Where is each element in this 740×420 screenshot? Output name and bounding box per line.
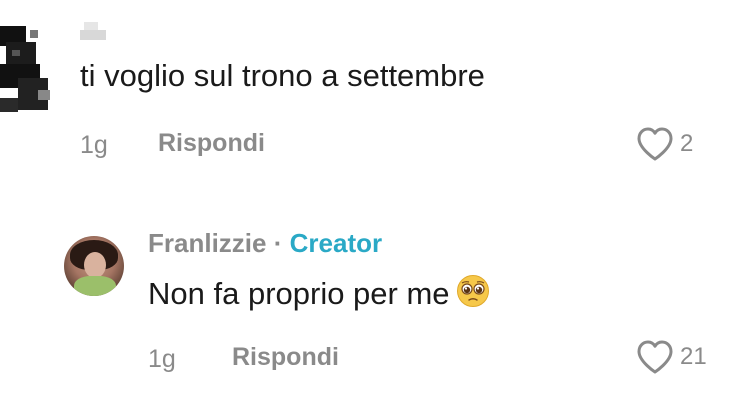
like-count: 21 bbox=[680, 343, 707, 370]
separator-dot: · bbox=[273, 228, 283, 258]
comment-like[interactable]: 2 bbox=[636, 126, 693, 162]
redacted-avatar[interactable] bbox=[0, 18, 52, 118]
comment-text: ti voglio sul trono a settembre bbox=[80, 58, 485, 93]
username[interactable]: Franlizzie bbox=[148, 228, 266, 258]
reply-like[interactable]: 21 bbox=[636, 339, 707, 375]
comment-thread: ti voglio sul trono a settembre 1g Rispo… bbox=[0, 0, 740, 420]
reply-reply-button[interactable]: Rispondi bbox=[232, 343, 339, 372]
like-count: 2 bbox=[680, 130, 694, 157]
reply-text: Non fa proprio per me bbox=[148, 276, 450, 311]
heart-icon[interactable] bbox=[636, 339, 674, 375]
reply-text-row: Non fa proprio per me bbox=[148, 274, 490, 312]
creator-badge: Creator bbox=[289, 228, 383, 258]
avatar[interactable] bbox=[64, 236, 124, 296]
comment-time: 1g bbox=[80, 131, 108, 159]
redacted-username[interactable] bbox=[80, 20, 110, 42]
pleading-face-emoji-icon bbox=[456, 274, 490, 308]
reply-time: 1g bbox=[148, 345, 176, 373]
reply-button[interactable]: Rispondi bbox=[158, 129, 265, 158]
reply-header: Franlizzie · Creator bbox=[148, 228, 382, 259]
heart-icon[interactable] bbox=[636, 126, 674, 162]
